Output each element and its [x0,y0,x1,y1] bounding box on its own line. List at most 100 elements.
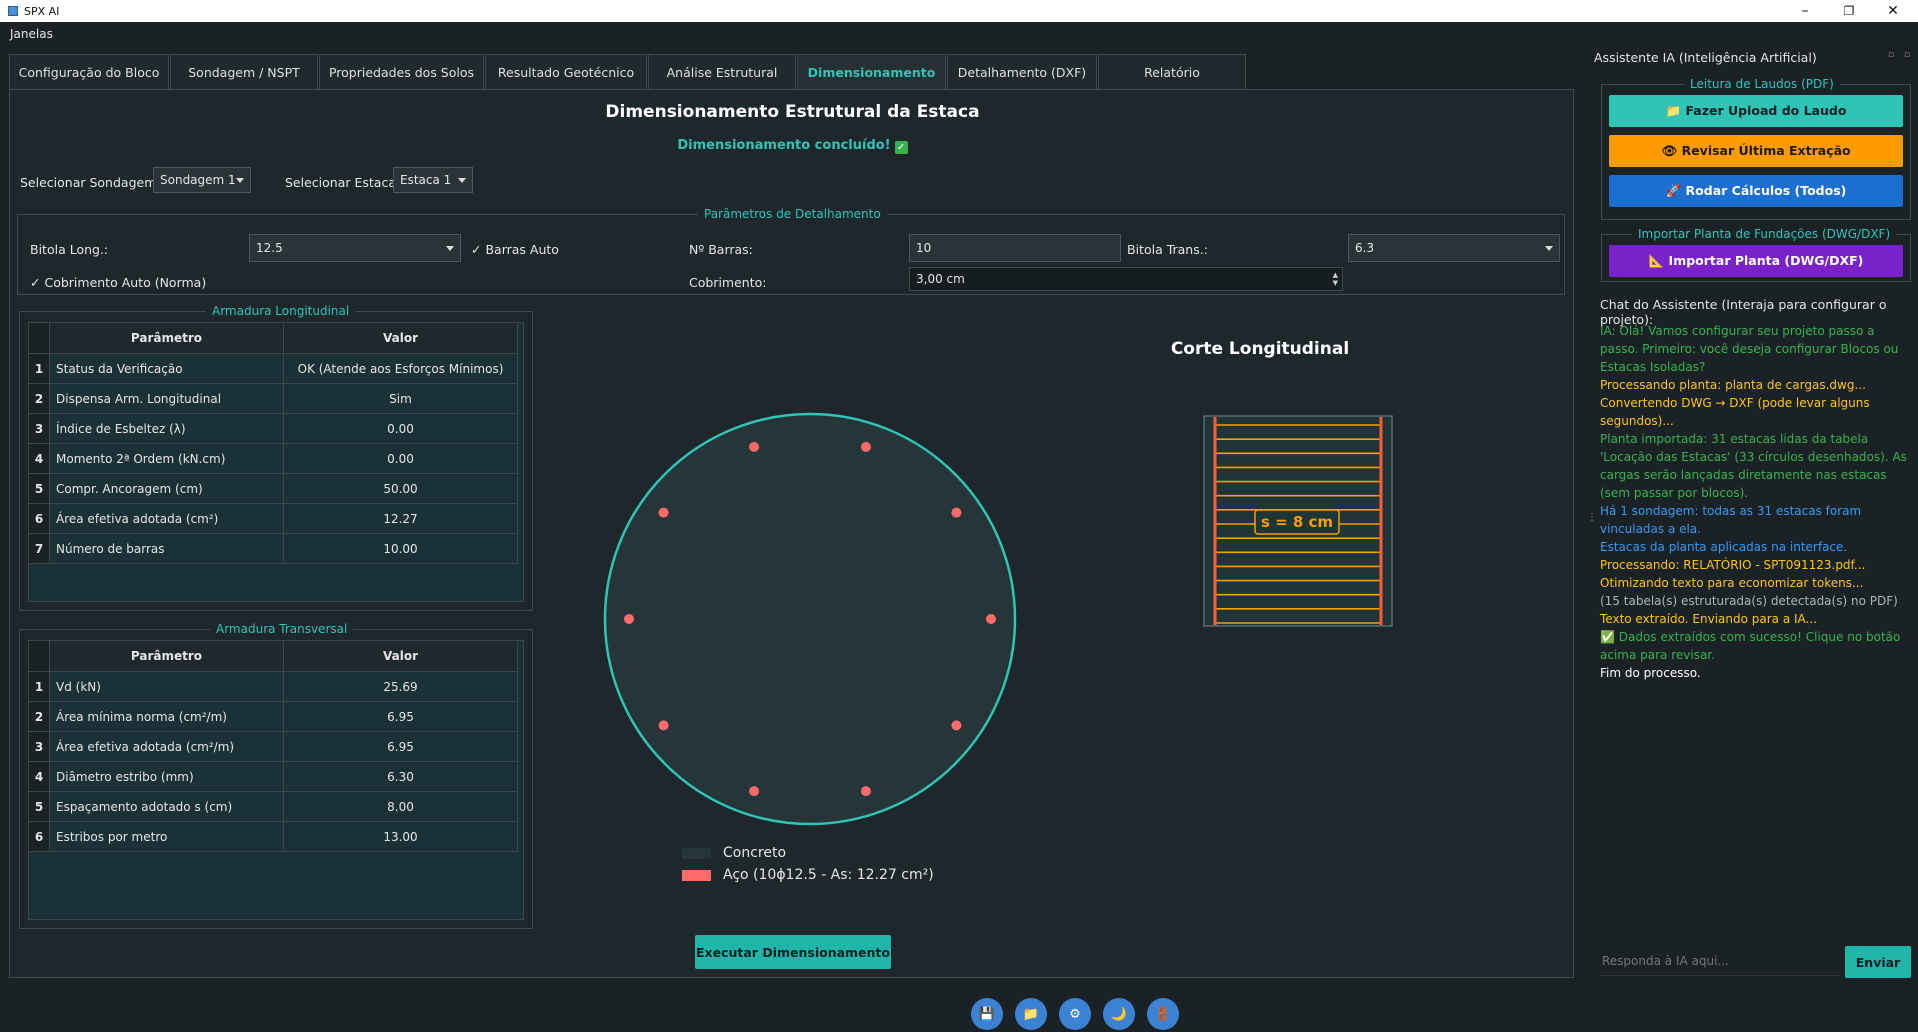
cobrimento-auto-checkbox[interactable]: ✓ Cobrimento Auto (Norma) [30,275,206,290]
review-extraction-button[interactable]: 👁 Revisar Última Extração [1609,135,1903,167]
table-row[interactable]: 3 Índice de Esbeltez (λ) 0.00 [28,413,518,444]
estaca-select-value: Estaca 1 [400,173,452,187]
legend-concrete-label: Concreto [723,845,787,861]
table-row[interactable]: 2 Dispensa Arm. Longitudinal Sim [28,383,518,414]
tab-relatorio[interactable]: Relatório [1098,54,1246,89]
value-cell: Sim [283,383,518,414]
bitola-trans-select[interactable]: 6.3 [1348,234,1560,262]
table-row[interactable]: 5 Compr. Ancoragem (cm) 50.00 [28,473,518,504]
minimize-button[interactable]: – [1782,0,1828,22]
table-row[interactable]: 5 Espaçamento adotado s (cm) 8.00 [28,791,518,822]
run-calculations-button[interactable]: 🚀 Rodar Cálculos (Todos) [1609,175,1903,207]
param-cell: Área mínima norma (cm²/m) [49,701,284,732]
tab-sondagem[interactable]: Sondagem / NSPT [170,54,318,89]
save-icon[interactable]: 💾 [971,998,1003,1030]
barras-auto-label: Barras Auto [485,242,559,257]
table-row[interactable]: 3 Área efetiva adotada (cm²/m) 6.95 [28,731,518,762]
chat-message: Processando planta: planta de cargas.dwg… [1600,378,1866,392]
bitola-long-label: Bitola Long.: [30,242,109,257]
header-parametro: Parâmetro [49,640,284,672]
tab-resultado-geotecnico[interactable]: Resultado Geotécnico [485,54,647,89]
tab-propriedades-solos[interactable]: Propriedades dos Solos [319,54,484,89]
chat-message: ✅ Dados extraídos com sucesso! Clique no… [1600,630,1901,662]
chat-message: Otimizando texto para economizar tokens.… [1600,576,1864,590]
check-icon: ✓ [894,141,908,154]
tab-analise-estrutural[interactable]: Análise Estrutural [648,54,796,89]
value-cell: 6.95 [283,731,518,762]
table-row[interactable]: 4 Diâmetro estribo (mm) 6.30 [28,761,518,792]
long-reinforcement-title: Armadura Longitudinal [206,304,356,318]
select-estaca-label: Selecionar Estaca: [285,175,401,190]
corner-cell [28,322,50,354]
import-plan-button[interactable]: 📐 Importar Planta (DWG/DXF) [1609,245,1903,277]
value-cell: 25.69 [283,671,518,702]
n-barras-spinbox[interactable]: 10 [909,234,1121,262]
dimensionamento-panel: Dimensionamento Estrutural da Estaca Dim… [9,89,1574,978]
bitola-trans-label: Bitola Trans.: [1127,242,1208,257]
chat-message: Planta importada: 31 estacas lidas da ta… [1600,432,1907,500]
cobrimento-auto-label: Cobrimento Auto (Norma) [44,275,207,290]
trans-reinforcement-group: Armadura Transversal Parâmetro Valor 1 Vd… [19,622,533,929]
chat-log[interactable]: IA: Olá! Vamos configurar seu projeto pa… [1600,322,1912,939]
cobrimento-spinbox[interactable]: 3,00 cm ▲ ▼ [909,267,1343,291]
steel-bar [749,441,760,452]
chat-input[interactable] [1600,946,1840,976]
splitter-handle[interactable]: ⋮ [1587,512,1597,523]
close-button[interactable]: ✕ [1870,0,1916,22]
table-row[interactable]: 4 Momento 2ª Ordem (kN.cm) 0.00 [28,443,518,474]
settings-icon[interactable]: ⚙ [1059,998,1091,1030]
row-number: 2 [28,701,50,732]
steel-bar [860,786,871,797]
steel-bar [658,720,669,731]
param-cell: Área efetiva adotada (cm²) [49,503,284,534]
moon-icon[interactable]: 🌙 [1103,998,1135,1030]
restore-button[interactable]: ❐ [1826,0,1872,22]
table-row[interactable]: 7 Número de barras 10.00 [28,533,518,564]
trans-reinforcement-title: Armadura Transversal [210,622,354,636]
chevron-down-icon [458,178,466,183]
table-row[interactable]: 2 Área mínima norma (cm²/m) 6.95 [28,701,518,732]
table-row[interactable]: 6 Área efetiva adotada (cm²) 12.27 [28,503,518,534]
steel-swatch [682,869,711,881]
import-plan-group-title: Importar Planta de Fundações (DWG/DXF) [1632,227,1897,241]
sondagem-select[interactable]: Sondagem 1 [153,167,251,193]
concrete-section [603,412,1017,826]
close-panel-icon[interactable]: ▫ [1904,50,1910,60]
steel-bar [951,507,962,518]
table-row[interactable]: 1 Vd (kN) 25.69 [28,671,518,702]
trans-table: Parâmetro Valor 1 Vd (kN) 25.69 2 Área míni… [28,640,518,852]
barras-auto-checkbox[interactable]: ✓ Barras Auto [471,242,559,257]
chat-message: Há 1 sondagem: todas as 31 estacas foram… [1600,504,1862,536]
table-row[interactable]: 6 Estribos por metro 13.00 [28,821,518,852]
upload-laudo-button[interactable]: 📁 Fazer Upload do Laudo [1609,95,1903,127]
param-cell: Status da Verificação [49,353,284,384]
select-sondagem-label: Selecionar Sondagem: [20,175,161,190]
send-button[interactable]: Enviar [1845,946,1911,978]
menu-janelas[interactable]: Janelas [10,27,53,41]
tab-detalhamento-dxf[interactable]: Detalhamento (DXF) [947,54,1097,89]
status-message: Dimensionamento concluído! ✓ [10,138,1575,154]
spin-arrows-icon[interactable]: ▲ ▼ [1333,271,1338,287]
bitola-long-select[interactable]: 12.5 [249,234,461,262]
execute-dimensioning-button[interactable]: Executar Dimensionamento [695,935,891,969]
exit-icon[interactable]: 🚪 [1147,998,1179,1030]
folder-icon[interactable]: 📁 [1015,998,1047,1030]
cobrimento-value: 3,00 cm [916,272,965,286]
n-barras-value: 10 [916,241,932,255]
header-valor: Valor [283,640,518,672]
tab-dimensionamento[interactable]: Dimensionamento [797,54,946,89]
row-number: 3 [28,413,50,444]
param-cell: Momento 2ª Ordem (kN.cm) [49,443,284,474]
undock-icon[interactable]: ▫ [1888,50,1894,60]
row-number: 1 [28,353,50,384]
tab-configuracao-bloco[interactable]: Configuração do Bloco [9,54,169,89]
legend-steel-label: Aço (10ϕ12.5 - As: 12.27 cm²) [723,867,934,883]
laudos-group-title: Leitura de Laudos (PDF) [1684,77,1840,91]
row-number: 6 [28,821,50,852]
longitudinal-reinforcement: s = 8 cm [1213,417,1383,625]
estaca-select[interactable]: Estaca 1 [393,167,473,193]
row-number: 1 [28,671,50,702]
value-cell: OK (Atende aos Esforços Mínimos) [283,353,518,384]
section-legend: Concreto Aço (10ϕ12.5 - As: 12.27 cm²) [682,842,982,886]
table-row[interactable]: 1 Status da Verificação OK (Atende aos Esf… [28,353,518,384]
